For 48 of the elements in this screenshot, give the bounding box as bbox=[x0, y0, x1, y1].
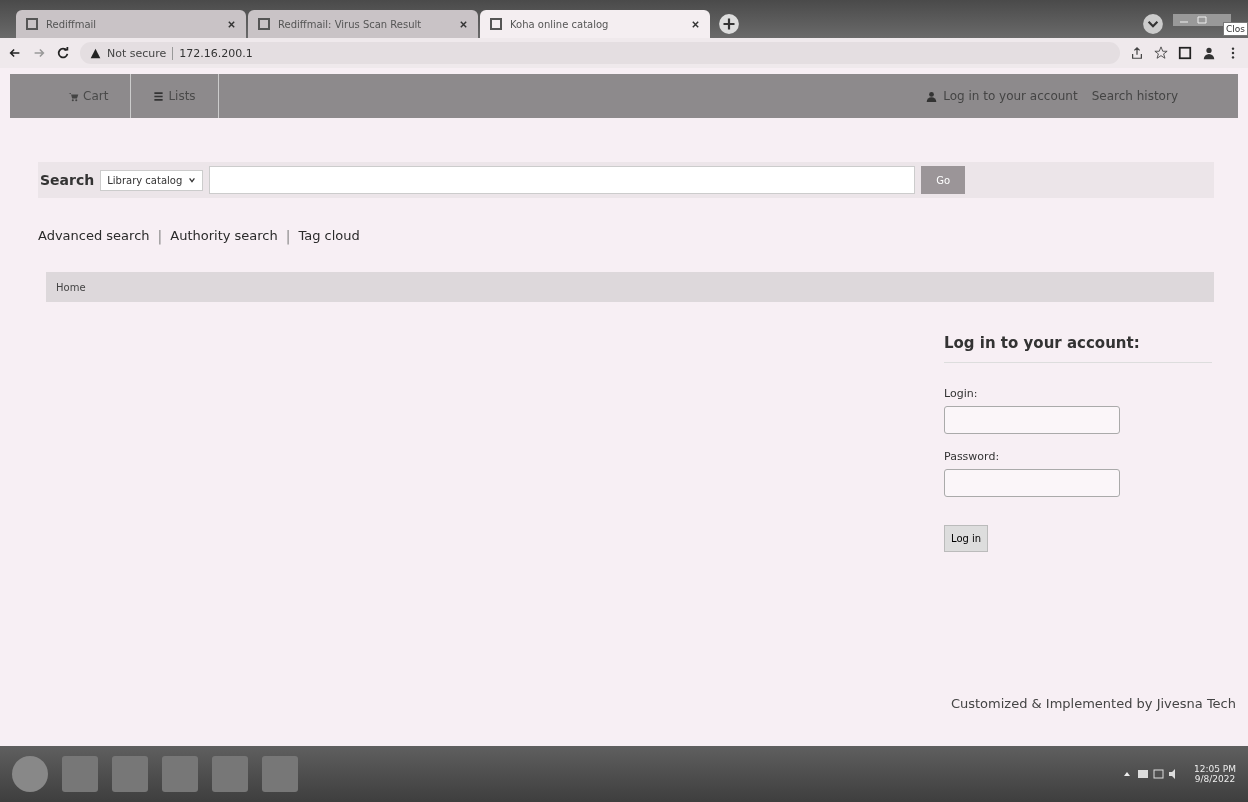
address-bar[interactable]: Not secure 172.16.200.1 bbox=[80, 42, 1120, 64]
search-link[interactable]: Tag cloud bbox=[298, 228, 360, 244]
browser-tab[interactable]: Rediffmail: Virus Scan Result bbox=[248, 10, 478, 38]
footer-text: Customized & Implemented by Jivesna Tech bbox=[950, 696, 1236, 711]
tab-title: Rediffmail: Virus Scan Result bbox=[278, 18, 423, 30]
login-button[interactable]: Log in bbox=[944, 525, 989, 552]
star-icon[interactable] bbox=[1154, 46, 1168, 60]
profile-icon[interactable] bbox=[1202, 46, 1216, 60]
input-field[interactable] bbox=[944, 406, 1120, 434]
list-icon bbox=[153, 90, 165, 102]
favicon-icon bbox=[490, 18, 502, 30]
user-icon bbox=[926, 90, 938, 102]
browser-tab[interactable]: Rediffmail bbox=[16, 10, 246, 38]
reload-icon[interactable] bbox=[56, 46, 70, 60]
caret-icon bbox=[188, 176, 197, 184]
share-icon[interactable] bbox=[1130, 46, 1144, 60]
start-button[interactable] bbox=[12, 756, 48, 792]
search-link[interactable]: Advanced search bbox=[38, 228, 150, 244]
close-icon[interactable] bbox=[459, 19, 468, 29]
tab-title: Rediffmail bbox=[46, 18, 98, 30]
field-label: Login: bbox=[944, 387, 978, 400]
warning-icon bbox=[90, 47, 101, 59]
field-label: Password: bbox=[944, 450, 1000, 463]
link-separator: | bbox=[284, 228, 292, 244]
input-field[interactable] bbox=[944, 469, 1120, 497]
clock-date: 9/8/2022 bbox=[1194, 774, 1236, 784]
link-separator: | bbox=[156, 228, 164, 244]
search-field[interactable] bbox=[209, 166, 916, 194]
close-icon[interactable] bbox=[227, 19, 236, 29]
clock-time: 12:05 PM bbox=[1194, 764, 1236, 774]
search-label: Search bbox=[40, 172, 95, 188]
cart-icon bbox=[68, 90, 79, 102]
chevron-down-icon[interactable] bbox=[1142, 13, 1164, 35]
favicon-icon bbox=[258, 18, 270, 30]
browser-tab[interactable]: Koha online catalog bbox=[480, 10, 710, 38]
new-tab-icon[interactable] bbox=[718, 13, 740, 35]
sidebar-icon[interactable] bbox=[1178, 46, 1192, 60]
login-heading: Log in to your account: bbox=[944, 334, 1212, 363]
breadcrumb-link[interactable]: Home bbox=[56, 281, 86, 293]
security-label: Not secure bbox=[107, 46, 174, 60]
tooltip: Clos bbox=[1223, 22, 1248, 36]
catalog-dropdown[interactable]: Library catalog bbox=[100, 169, 204, 191]
close-icon[interactable] bbox=[691, 19, 700, 29]
favicon-icon bbox=[26, 18, 38, 30]
tab-title: Koha online catalog bbox=[510, 18, 610, 30]
url-text: 172.16.200.1 bbox=[179, 46, 253, 60]
search-link[interactable]: Authority search bbox=[170, 228, 278, 244]
back-arrow-icon[interactable] bbox=[8, 46, 22, 60]
